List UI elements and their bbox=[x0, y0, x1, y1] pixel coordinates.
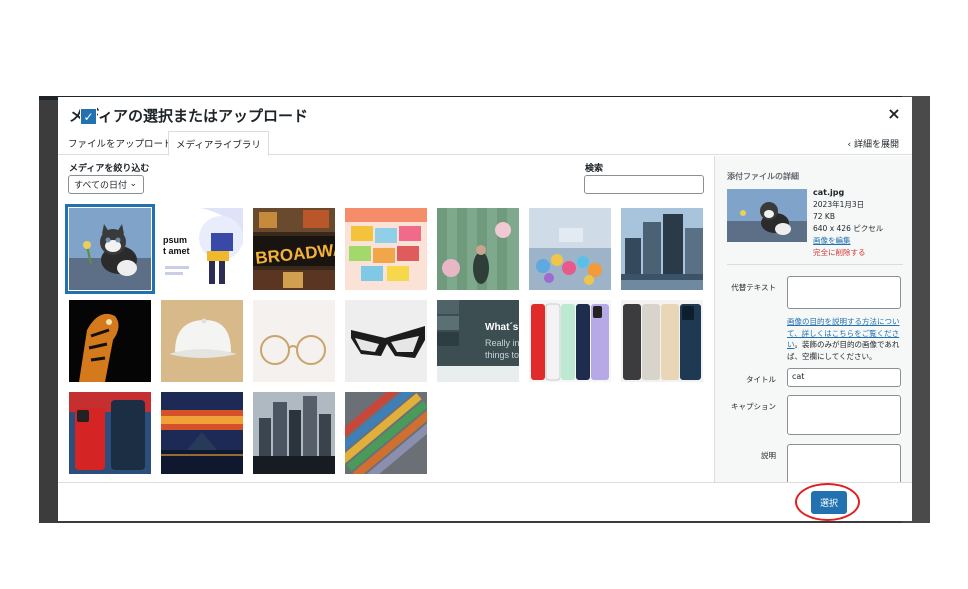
media-item-iphones[interactable] bbox=[529, 300, 611, 382]
modal-tabs: ファイルをアップロード メディアライブラリ ‹ 詳細を展開 bbox=[58, 131, 912, 156]
media-item-red-iphone[interactable] bbox=[69, 392, 151, 474]
city-buildings-image bbox=[621, 208, 703, 290]
svg-text:Really in: Really in bbox=[485, 338, 519, 348]
search-input[interactable] bbox=[584, 175, 704, 194]
lorem-text: psum bbox=[163, 235, 187, 245]
media-item-skyline[interactable] bbox=[253, 392, 335, 474]
white-cap-image bbox=[161, 300, 243, 382]
svg-text:What´s: What´s bbox=[485, 322, 519, 333]
edit-image-link[interactable]: 画像を編集 bbox=[813, 235, 883, 247]
media-item-broadway[interactable]: BROADWAY bbox=[253, 208, 335, 290]
media-item-envelopes[interactable] bbox=[345, 208, 427, 290]
media-item-city[interactable] bbox=[621, 208, 703, 290]
attachment-thumbnail bbox=[727, 189, 807, 242]
attachment-filename: cat.jpg bbox=[813, 188, 845, 197]
media-item-cat[interactable] bbox=[65, 204, 155, 294]
highlight-annotation-circle bbox=[795, 483, 860, 521]
title-label: タイトル bbox=[746, 375, 776, 384]
expand-details-toggle[interactable]: ‹ 詳細を展開 bbox=[848, 137, 899, 150]
media-item-gold-glasses[interactable] bbox=[253, 300, 335, 382]
selected-check-icon[interactable]: ✓ bbox=[80, 108, 97, 125]
iphone-pro-image bbox=[621, 300, 703, 382]
modal-title: メディアの選択またはアップロード bbox=[69, 107, 308, 125]
tab-upload-files[interactable]: ファイルをアップロード bbox=[61, 131, 180, 155]
attachment-size: 72 KB bbox=[813, 212, 835, 221]
envelopes-image bbox=[345, 208, 427, 290]
media-item-flowers[interactable] bbox=[529, 208, 611, 290]
attachment-details-title: 添付ファイルの詳細 bbox=[727, 172, 799, 181]
cat-image bbox=[727, 189, 807, 242]
gold-glasses-image bbox=[253, 300, 335, 382]
pyramid-sunset-image bbox=[161, 392, 243, 474]
attachment-dimensions: 640 x 426 ピクセル bbox=[813, 224, 884, 233]
svg-text:t amet: t amet bbox=[163, 246, 190, 256]
attachment-meta: cat.jpg 2023年1月3日 72 KB 640 x 426 ピクセル 画… bbox=[813, 187, 883, 259]
green-wall-image bbox=[437, 208, 519, 290]
sidebar-divider bbox=[727, 264, 903, 265]
chevron-down-icon: ⌄ bbox=[129, 179, 137, 189]
search-label: 検索 bbox=[585, 164, 604, 174]
media-item-tiger[interactable] bbox=[69, 300, 151, 382]
alt-text-help: 画像の目的を説明する方法について、詳しくはこちらをご覧ください。装飾のみが目的の… bbox=[787, 316, 905, 362]
alt-text-field[interactable] bbox=[787, 276, 901, 309]
media-item-pyramid[interactable] bbox=[161, 392, 243, 474]
attachment-date: 2023年1月3日 bbox=[813, 200, 865, 209]
skyline-image bbox=[253, 392, 335, 474]
tiger-image bbox=[69, 300, 151, 382]
containers-aerial-image bbox=[345, 392, 427, 474]
media-item-slide[interactable]: What´s Really in things to bbox=[437, 300, 519, 382]
media-item-cap[interactable] bbox=[161, 300, 243, 382]
flowers-image bbox=[529, 208, 611, 290]
tab-media-library[interactable]: メディアライブラリ bbox=[168, 131, 269, 156]
caption-field[interactable] bbox=[787, 395, 901, 435]
cat-image bbox=[69, 208, 151, 290]
media-item-iphone-pro[interactable] bbox=[621, 300, 703, 382]
delete-permanently-link[interactable]: 完全に削除する bbox=[813, 247, 883, 259]
media-item-green-wall[interactable] bbox=[437, 208, 519, 290]
close-icon: × bbox=[887, 103, 901, 123]
svg-text:things to: things to bbox=[485, 350, 519, 360]
alt-text-label: 代替テキスト bbox=[731, 283, 776, 292]
description-label: 説明 bbox=[761, 451, 776, 460]
title-field[interactable]: cat bbox=[787, 368, 901, 387]
slide-preview-image: What´s Really in things to bbox=[437, 300, 519, 382]
iphone-colors-image bbox=[529, 300, 611, 382]
date-filter-select[interactable]: すべての日付 ⌄ bbox=[68, 175, 144, 194]
attachment-details-panel: 添付ファイルの詳細 cat.jpg 2023年1月3日 72 KB 640 x … bbox=[714, 156, 912, 482]
media-modal: メディアの選択またはアップロード × ファイルをアップロード メディアライブラリ… bbox=[58, 97, 912, 521]
alt-text-help-text: 。装飾のみが目的の画像であれば、空欄にしてください。 bbox=[787, 340, 900, 361]
close-button[interactable]: × bbox=[884, 103, 904, 123]
date-filter-value: すべての日付 bbox=[74, 181, 128, 191]
filter-label: メディアを絞り込む bbox=[69, 164, 150, 174]
broadway-sign-image: BROADWAY bbox=[253, 208, 335, 290]
description-field[interactable] bbox=[787, 444, 901, 482]
media-item-black-glasses[interactable] bbox=[345, 300, 427, 382]
black-glasses-image bbox=[345, 300, 427, 382]
media-item-containers[interactable] bbox=[345, 392, 427, 474]
modal-footer bbox=[58, 482, 912, 521]
media-item-lorem[interactable]: psum t amet bbox=[161, 208, 243, 290]
red-iphone-image bbox=[69, 392, 151, 474]
caption-label: キャプション bbox=[731, 402, 776, 411]
lorem-ipsum-illustration: psum t amet bbox=[161, 208, 243, 290]
